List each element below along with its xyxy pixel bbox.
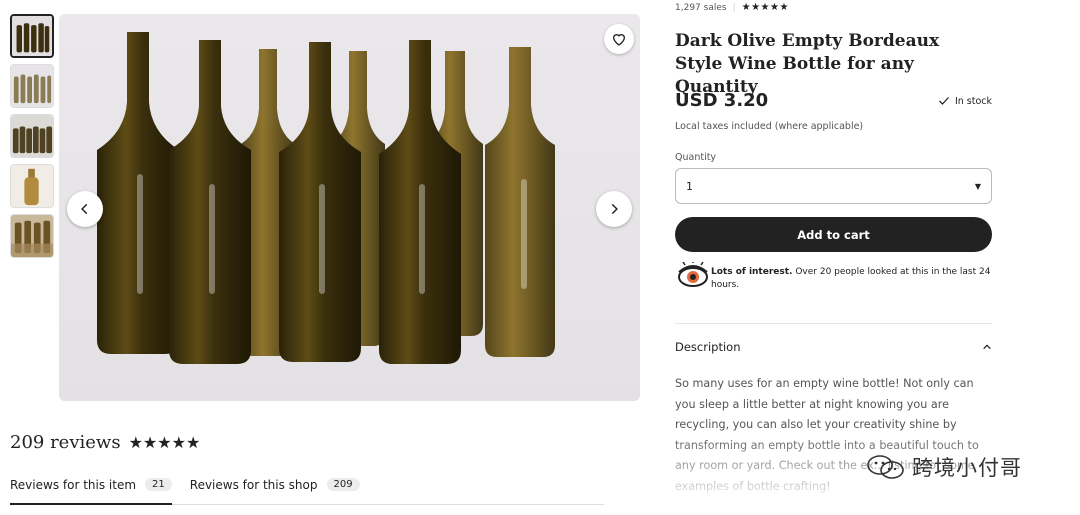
sales-count: 1,297 sales xyxy=(675,2,727,13)
tab-reviews-item[interactable]: Reviews for this item 21 xyxy=(10,474,172,505)
description-label: Description xyxy=(675,340,741,354)
quantity-select[interactable]: 1 ▼ xyxy=(675,168,992,204)
taxes-note: Local taxes included (where applicable) xyxy=(675,121,864,132)
thumbnail-3[interactable] xyxy=(10,114,54,158)
tab-reviews-shop[interactable]: Reviews for this shop 209 xyxy=(190,474,360,505)
favorite-button[interactable] xyxy=(604,24,634,54)
thumbnail-1[interactable] xyxy=(10,14,54,58)
checkmark-icon xyxy=(938,97,949,105)
section-divider xyxy=(675,323,992,324)
caret-down-icon: ▼ xyxy=(974,181,981,191)
divider: | xyxy=(732,2,736,13)
thumbnail-list xyxy=(10,14,54,264)
watermark-text: 跨境小付哥 xyxy=(912,456,1022,480)
chevron-right-icon xyxy=(611,203,618,215)
main-product-image xyxy=(59,14,640,401)
reviews-count: 209 reviews xyxy=(10,432,121,453)
thumbnail-5[interactable] xyxy=(10,214,54,258)
quantity-label: Quantity xyxy=(675,152,717,163)
interest-text: Lots of interest. Over 20 people looked … xyxy=(711,262,992,292)
eye-icon xyxy=(678,262,708,287)
interest-notice: Lots of interest. Over 20 people looked … xyxy=(675,262,992,292)
tab-label: Reviews for this shop xyxy=(189,478,318,492)
wechat-icon xyxy=(867,455,904,479)
watermark: 跨境小付哥 xyxy=(866,452,1022,482)
chevron-up-icon xyxy=(983,344,991,350)
price: USD 3.20 xyxy=(675,90,769,111)
wine-bottles-photo xyxy=(59,14,640,401)
interest-bold: Lots of interest. xyxy=(711,267,793,277)
reviews-star-rating: ★★★★★ xyxy=(128,433,201,452)
description-toggle[interactable]: Description xyxy=(675,340,992,354)
listing-title: Dark Olive Empty Bordeaux Style Wine Bot… xyxy=(675,31,940,97)
review-tabs: Reviews for this item 21 Reviews for thi… xyxy=(10,474,604,505)
stock-label: In stock xyxy=(954,95,992,107)
stock-status: In stock xyxy=(938,95,992,107)
thumbnail-4[interactable] xyxy=(10,164,54,208)
thumbnail-2[interactable] xyxy=(10,64,54,108)
tab-label: Reviews for this item xyxy=(10,478,137,492)
quantity-value: 1 xyxy=(686,179,693,193)
chevron-left-icon xyxy=(81,203,88,215)
tab-count-badge: 209 xyxy=(326,478,360,491)
next-image-button[interactable] xyxy=(596,191,632,227)
previous-image-button[interactable] xyxy=(67,191,103,227)
shop-star-rating: ★★★★★ xyxy=(741,2,789,13)
sales-row: 1,297 sales | ★★★★★ xyxy=(675,2,789,13)
add-to-cart-button[interactable]: Add to cart xyxy=(675,217,992,252)
heart-icon xyxy=(612,34,626,46)
tab-count-badge: 21 xyxy=(145,478,172,491)
reviews-header: 209 reviews ★★★★★ xyxy=(10,432,200,453)
